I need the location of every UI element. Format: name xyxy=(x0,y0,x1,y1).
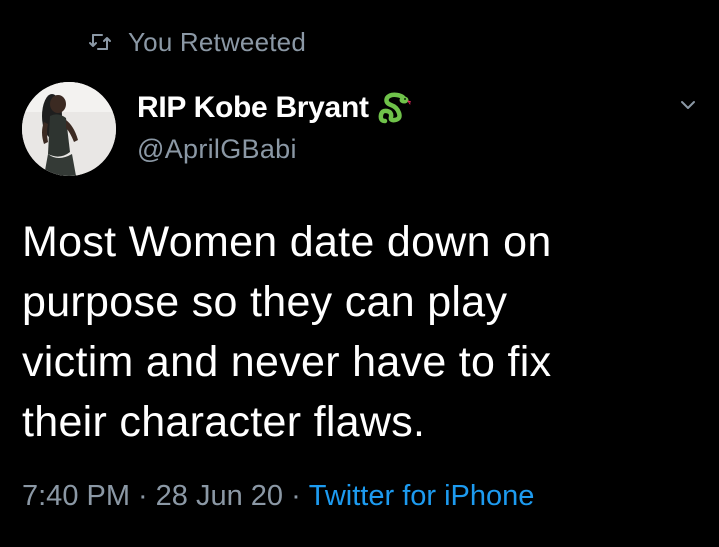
tweet-line: Most Women date down on xyxy=(22,218,552,266)
avatar[interactable] xyxy=(22,82,116,176)
tweet-line: purpose so they can play xyxy=(22,278,508,326)
snake-icon xyxy=(377,91,412,125)
tweet-line: their character flaws. xyxy=(22,398,426,446)
tweet-author[interactable]: RIP Kobe Bryant @AprilGBabi xyxy=(137,86,412,165)
chevron-down-icon[interactable] xyxy=(676,96,700,114)
tweet-text: Most Women date down on purpose so they … xyxy=(22,212,702,452)
meta-separator: · xyxy=(291,480,301,512)
meta-separator: · xyxy=(138,480,148,512)
tweet-source-link[interactable]: Twitter for iPhone xyxy=(309,480,535,513)
retweet-icon xyxy=(88,30,112,54)
tweet-time[interactable]: 7:40 PM xyxy=(22,480,130,513)
tweet-metadata: 7:40 PM · 28 Jun 20 · Twitter for iPhone xyxy=(22,480,534,513)
author-handle[interactable]: @AprilGBabi xyxy=(137,134,411,165)
author-display-name[interactable]: RIP Kobe Bryant xyxy=(137,91,369,125)
retweet-context: You Retweeted xyxy=(88,26,306,58)
retweet-label: You Retweeted xyxy=(128,26,306,57)
tweet-date[interactable]: 28 Jun 20 xyxy=(156,480,283,513)
tweet-line: victim and never have to fix xyxy=(22,338,552,386)
